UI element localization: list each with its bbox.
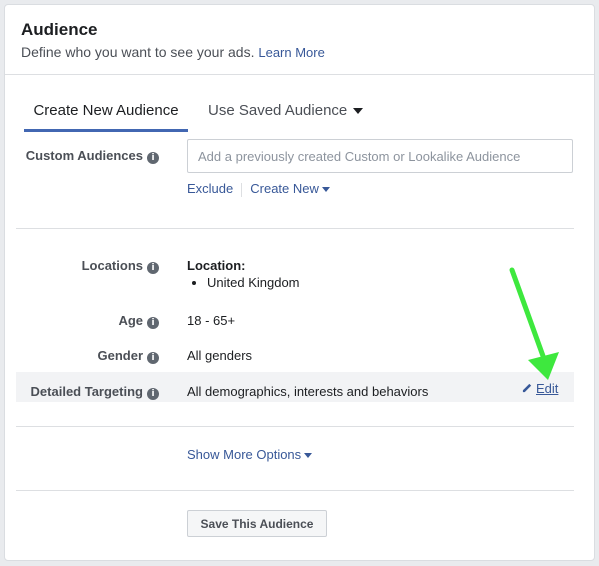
age-value: 18 - 65+ <box>187 313 236 328</box>
page-title: Audience <box>21 20 98 39</box>
edit-detailed-targeting-link[interactable]: Edit <box>522 381 558 396</box>
edit-label: Edit <box>536 381 559 396</box>
show-more-label: Show More Options <box>187 447 302 462</box>
detailed-targeting-value: All demographics, interests and behavior… <box>187 384 429 399</box>
detailed-targeting-label: Detailed Targeting i <box>14 384 159 400</box>
info-icon[interactable]: i <box>147 388 159 400</box>
section-divider <box>16 490 574 491</box>
learn-more-link[interactable]: Learn More <box>258 45 324 60</box>
age-label-text: Age <box>118 313 143 328</box>
age-label: Age i <box>14 313 159 329</box>
location-title: Location: <box>187 258 246 273</box>
caret-down-icon <box>304 453 313 459</box>
custom-audiences-actions: Exclude Create New <box>187 181 330 197</box>
tab-use-saved-audience[interactable]: Use Saved Audience <box>208 93 364 129</box>
section-divider <box>16 426 574 427</box>
create-new-label: Create New <box>250 181 319 196</box>
gender-label-text: Gender <box>97 348 143 363</box>
page-subtitle: Define who you want to see your ads. Lea… <box>21 44 325 60</box>
subtitle-text: Define who you want to see your ads. <box>21 44 255 60</box>
locations-value: Location: United Kingdom <box>187 258 300 290</box>
info-icon[interactable]: i <box>147 152 159 164</box>
custom-audiences-label-text: Custom Audiences <box>25 148 143 163</box>
tab-label: Create New Audience <box>33 102 179 119</box>
create-new-dropdown[interactable]: Create New <box>250 181 330 196</box>
locations-label: Locations i <box>14 258 159 274</box>
audience-tabs: Create New Audience Use Saved Audience <box>24 93 574 132</box>
pencil-icon <box>522 383 532 393</box>
save-audience-button[interactable]: Save This Audience <box>187 510 327 537</box>
detailed-targeting-label-text: Detailed Targeting <box>30 384 143 399</box>
caret-down-icon <box>353 108 364 115</box>
info-icon[interactable]: i <box>147 317 159 329</box>
caret-down-icon <box>321 187 330 193</box>
action-separator <box>241 182 243 197</box>
info-icon[interactable]: i <box>147 262 159 274</box>
tab-label: Use Saved Audience <box>208 102 348 119</box>
exclude-link[interactable]: Exclude <box>187 181 233 196</box>
locations-label-text: Locations <box>81 258 143 273</box>
tab-create-new-audience[interactable]: Create New Audience <box>24 93 188 132</box>
location-item: United Kingdom <box>207 275 300 290</box>
show-more-options-dropdown[interactable]: Show More Options <box>187 447 313 462</box>
section-divider <box>16 228 574 229</box>
info-icon[interactable]: i <box>147 352 159 364</box>
audience-header: Audience Define who you want to see your… <box>5 5 594 75</box>
custom-audiences-label: Custom Audiences i <box>14 148 159 164</box>
custom-audiences-input[interactable] <box>187 139 573 173</box>
audience-panel: Audience Define who you want to see your… <box>4 4 595 561</box>
gender-label: Gender i <box>14 348 159 364</box>
gender-value: All genders <box>187 348 253 363</box>
location-list: United Kingdom <box>187 275 300 290</box>
